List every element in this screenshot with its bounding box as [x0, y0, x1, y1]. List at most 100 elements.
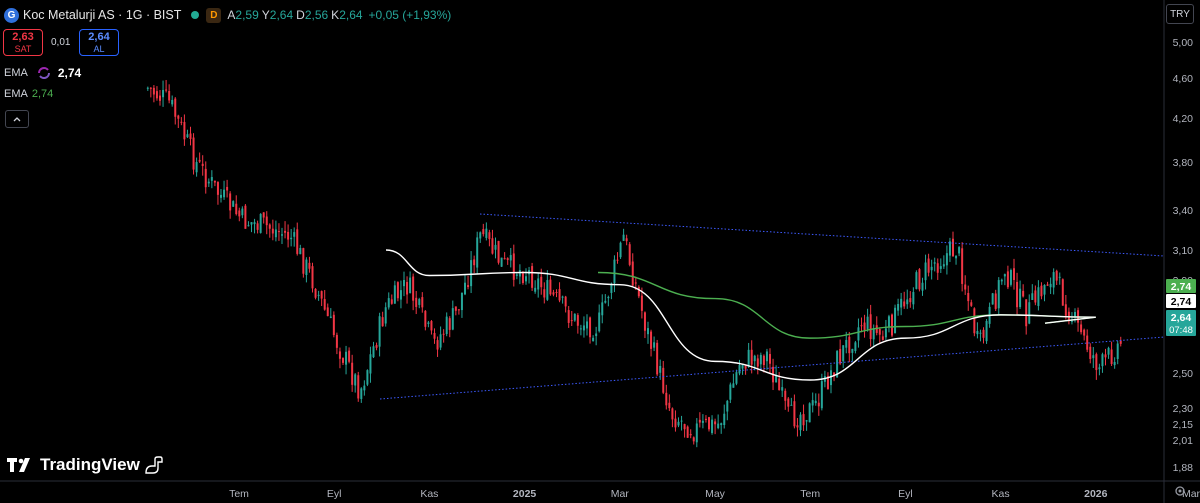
candle-body	[640, 295, 643, 311]
candle-body	[454, 306, 457, 311]
candle-body	[610, 284, 613, 293]
candle-body	[759, 354, 762, 365]
market-status-icon[interactable]	[191, 11, 200, 19]
currency-button[interactable]: TRY	[1166, 4, 1194, 24]
candle-body	[210, 177, 213, 181]
candle-body	[753, 355, 756, 362]
candle-body	[168, 91, 171, 101]
candle-body	[152, 87, 155, 95]
candle-body	[994, 293, 997, 309]
candle-body	[433, 332, 436, 339]
candle-body	[570, 320, 573, 322]
candle-body	[445, 316, 448, 334]
x-tick-label: 2025	[513, 488, 537, 500]
candle-body	[497, 240, 500, 263]
candle-body	[345, 351, 348, 365]
candle-body	[467, 285, 470, 288]
gear-icon[interactable]	[1174, 485, 1186, 500]
candle-body	[1116, 343, 1119, 359]
x-tick-label: Kas	[420, 488, 438, 500]
candle-body	[567, 310, 570, 323]
y-tick-label: 2,30	[1173, 403, 1194, 415]
candle-body	[174, 98, 177, 117]
candle-body	[1058, 276, 1061, 278]
candle-body	[964, 284, 967, 290]
candle-body	[540, 276, 543, 288]
candle-body	[351, 362, 354, 385]
candle-body	[220, 194, 222, 198]
candle-body	[165, 89, 168, 91]
candle-body	[842, 345, 845, 362]
y-tick-label: 3,40	[1173, 205, 1194, 217]
sell-button[interactable]: 2,63 SAT	[3, 29, 43, 56]
candle-body	[564, 296, 567, 307]
x-tick-label: Eyl	[898, 488, 913, 500]
indicator-ema-slow[interactable]: EMA 2,74	[4, 88, 53, 100]
candle-body	[741, 364, 744, 369]
collapse-legend-button[interactable]	[5, 110, 29, 128]
candle-body	[915, 272, 918, 289]
x-tick-label: Tem	[800, 488, 820, 500]
price-chart[interactable]: 5,004,604,203,803,403,102,902,502,302,15…	[0, 0, 1200, 503]
candle-body	[457, 309, 460, 311]
tradingview-logo[interactable]: TradingView	[6, 454, 165, 476]
candle-body	[735, 372, 738, 384]
buy-button[interactable]: 2,64 AL	[79, 29, 119, 56]
candle-body	[686, 426, 689, 438]
delayed-data-badge[interactable]: D	[206, 7, 222, 23]
symbol-title[interactable]: Koc Metalurji AS · 1G · BIST	[23, 8, 181, 22]
candle-body	[412, 276, 415, 301]
candle-body	[515, 274, 518, 276]
candle-body	[717, 423, 720, 429]
candle-body	[1113, 361, 1116, 366]
candle-body	[189, 133, 192, 139]
candle-body	[531, 266, 534, 288]
candle-body	[537, 278, 540, 290]
candle-body	[781, 387, 784, 391]
candle-body	[146, 87, 149, 89]
candle-body	[637, 286, 640, 297]
candle-body	[183, 122, 186, 140]
candle-body	[430, 321, 433, 331]
symbol-logo[interactable]: G	[4, 7, 19, 23]
candle-body	[305, 259, 308, 275]
candle-body	[616, 259, 619, 261]
candle-body	[180, 121, 183, 123]
candle-body	[695, 423, 698, 443]
candle-body	[671, 408, 674, 420]
price-label: 2,64	[1171, 312, 1192, 324]
candle-body	[970, 302, 973, 306]
candle-body	[1028, 302, 1031, 324]
candle-body	[784, 390, 787, 401]
indicator-ema-fast[interactable]: EMA 2,74	[4, 66, 81, 80]
y-tick-label: 2,15	[1173, 419, 1194, 431]
candle-body	[720, 423, 723, 426]
ema-fast-name: EMA	[4, 67, 28, 79]
candle-body	[750, 349, 753, 365]
candle-body	[293, 232, 296, 237]
candle-body	[403, 280, 405, 287]
candle-body	[851, 348, 854, 353]
candle-body	[546, 280, 549, 300]
x-tick-label: Tem	[229, 488, 249, 500]
low-key: D	[296, 8, 305, 22]
candle-body	[399, 290, 402, 300]
y-tick-label: 4,20	[1173, 113, 1194, 125]
candle-body	[595, 333, 598, 337]
y-tick-label: 3,80	[1173, 157, 1194, 169]
candle-body	[860, 325, 863, 327]
candle-body	[415, 297, 418, 307]
candle-body	[235, 203, 238, 215]
candle-body	[223, 189, 226, 198]
candle-body	[159, 95, 161, 101]
candle-body	[1049, 283, 1052, 288]
candle-body	[906, 299, 909, 305]
candle-body	[628, 244, 631, 265]
candle-body	[195, 162, 198, 173]
candle-body	[802, 414, 805, 426]
candle-body	[442, 333, 445, 335]
candle-body	[378, 316, 381, 347]
x-tick-label: Eyl	[327, 488, 342, 500]
candle-body	[1101, 354, 1104, 367]
candle-body	[229, 193, 232, 211]
